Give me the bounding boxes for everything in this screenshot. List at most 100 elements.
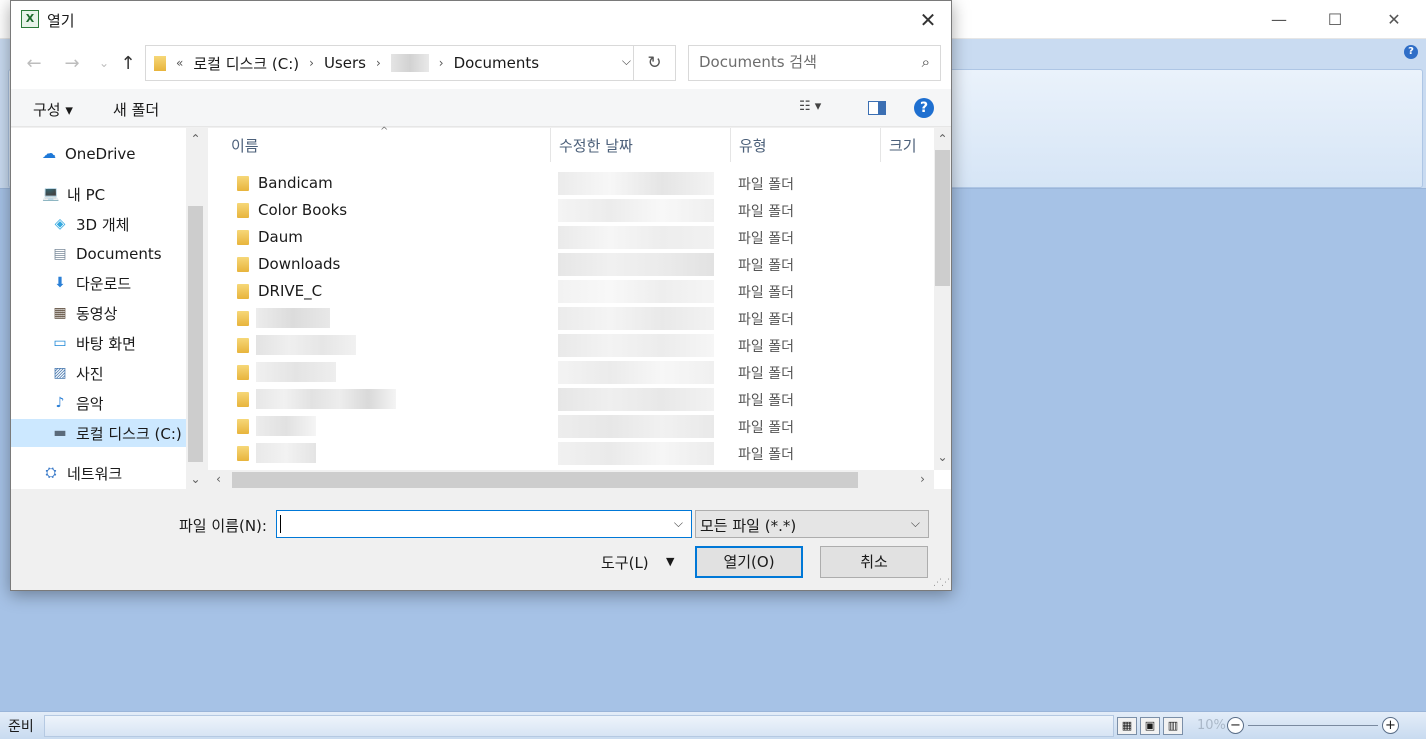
column-label: 수정한 날짜 [559, 136, 633, 155]
table-row[interactable]: 파일 폴더 [208, 386, 934, 413]
nav-item-network[interactable]: ⛭ 네트워크 [41, 459, 122, 487]
page-layout-view-button[interactable]: ▣ [1140, 716, 1160, 735]
folder-icon [237, 338, 249, 353]
scroll-up-icon[interactable]: ⌃ [187, 132, 204, 146]
recent-locations-chevron-icon[interactable]: ⌄ [93, 49, 115, 77]
refresh-icon[interactable]: ↻ [633, 46, 675, 80]
file-name: DRIVE_C [258, 282, 323, 300]
organize-button[interactable]: 구성 ▾ [33, 99, 73, 120]
nav-item-label: 네트워크 [67, 464, 123, 483]
chevron-down-icon[interactable]: ⌵ [622, 54, 631, 69]
table-row[interactable]: 파일 폴더 [208, 413, 934, 440]
filename-input[interactable] [281, 514, 661, 534]
chevron-down-icon[interactable]: ⌵ [911, 516, 920, 531]
scroll-thumb[interactable] [935, 150, 950, 286]
preview-pane-icon[interactable] [868, 101, 886, 115]
dialog-close-button[interactable]: ✕ [905, 1, 951, 39]
back-arrow-icon[interactable]: ← [23, 49, 45, 77]
page-break-view-button[interactable]: ▥ [1163, 716, 1183, 735]
dialog-titlebar: X 열기 ✕ [11, 1, 951, 39]
zoom-in-button[interactable]: + [1382, 717, 1399, 734]
table-row[interactable]: 파일 폴더 [208, 332, 934, 359]
search-icon[interactable]: ⌕ [922, 53, 930, 71]
table-row[interactable]: 파일 폴더 [208, 359, 934, 386]
breadcrumb-user-redacted[interactable] [390, 54, 429, 72]
table-row[interactable]: 파일 폴더 [208, 440, 934, 467]
nav-item-local-disk[interactable]: ▬ 로컬 디스크 (C:) [11, 419, 186, 447]
cancel-button[interactable]: 취소 [820, 546, 928, 578]
chevron-down-icon[interactable]: ⌵ [674, 516, 683, 531]
nav-item-videos[interactable]: ▦ 동영상 [50, 299, 117, 327]
resize-grip-icon[interactable]: ⋰⋰ [933, 578, 950, 588]
normal-view-button[interactable]: ▦ [1117, 716, 1137, 735]
column-header-modified[interactable]: 수정한 날짜 [551, 128, 731, 162]
close-button[interactable]: ✕ [1371, 6, 1417, 32]
nav-item-documents[interactable]: ▤ Documents [50, 240, 161, 268]
zoom-out-button[interactable]: − [1227, 717, 1244, 734]
nav-item-this-pc[interactable]: 💻 내 PC [41, 180, 105, 208]
scroll-thumb[interactable] [188, 206, 203, 462]
forward-arrow-icon[interactable]: → [61, 49, 83, 77]
up-arrow-icon[interactable]: ↑ [117, 49, 139, 77]
navigation-pane: ☁ OneDrive 💻 내 PC ◈ 3D 개체 ▤ Documents ⬇ … [11, 128, 205, 489]
file-list-horizontal-scrollbar[interactable]: ‹ › [208, 470, 934, 490]
chevron-right-icon[interactable]: › [309, 56, 314, 70]
zoom-level: 10% [1197, 718, 1226, 733]
tools-button[interactable]: 도구(L) [601, 552, 649, 573]
table-row[interactable]: Bandicam 파일 폴더 [208, 170, 934, 197]
view-options-icon[interactable]: ☷ ▾ [799, 99, 821, 114]
scroll-down-icon[interactable]: ⌄ [187, 472, 204, 486]
table-row[interactable]: Downloads 파일 폴더 [208, 251, 934, 278]
page-icon: ▣ [1144, 719, 1156, 732]
breadcrumb-local-disk[interactable]: 로컬 디스크 (C:) [193, 53, 299, 74]
filename-combobox[interactable]: ⌵ [276, 510, 692, 538]
scroll-right-icon[interactable]: › [914, 472, 931, 486]
scroll-down-icon[interactable]: ⌄ [934, 450, 951, 464]
file-type: 파일 폴더 [738, 339, 794, 355]
nav-item-desktop[interactable]: ▭ 바탕 화면 [50, 329, 136, 357]
nav-item-downloads[interactable]: ⬇ 다운로드 [50, 269, 131, 297]
table-row[interactable]: 파일 폴더 [208, 305, 934, 332]
nav-pane-scrollbar[interactable]: ⌃ ⌄ [186, 128, 205, 489]
date-redacted [558, 361, 714, 384]
file-type: 파일 폴더 [738, 312, 794, 328]
folder-icon [237, 392, 249, 407]
date-redacted [558, 388, 714, 411]
table-row[interactable]: Daum 파일 폴더 [208, 224, 934, 251]
column-label: 이름 [231, 136, 259, 155]
caret-down-icon[interactable]: ▼ [666, 555, 674, 568]
breadcrumb-users[interactable]: Users [324, 54, 366, 72]
breadcrumb-documents[interactable]: Documents [454, 54, 540, 72]
nav-item-3d-objects[interactable]: ◈ 3D 개체 [50, 210, 130, 238]
file-name-redacted [256, 389, 396, 409]
scroll-thumb[interactable] [232, 472, 858, 488]
overflow-icon[interactable]: « [176, 56, 183, 70]
search-input[interactable] [699, 53, 899, 71]
open-button[interactable]: 열기(O) [695, 546, 803, 578]
chevron-right-icon[interactable]: › [376, 56, 381, 70]
help-icon[interactable]: ? [1404, 45, 1418, 59]
column-header-size[interactable]: 크기 [881, 128, 934, 162]
nav-item-music[interactable]: ♪ 음악 [50, 389, 104, 417]
scroll-up-icon[interactable]: ⌃ [934, 132, 951, 146]
help-icon[interactable]: ? [914, 98, 934, 118]
table-row[interactable]: Color Books 파일 폴더 [208, 197, 934, 224]
filetype-select[interactable]: 모든 파일 (*.*) ⌵ [695, 510, 929, 538]
file-name: Color Books [258, 201, 348, 219]
table-row[interactable]: DRIVE_C 파일 폴더 [208, 278, 934, 305]
file-list-vertical-scrollbar[interactable]: ⌃ ⌄ [934, 128, 951, 470]
address-bar[interactable]: « 로컬 디스크 (C:) › Users › › Documents ⌵ ↻ [145, 45, 676, 81]
chevron-right-icon[interactable]: › [439, 56, 444, 70]
date-redacted [558, 172, 714, 195]
scroll-left-icon[interactable]: ‹ [210, 472, 227, 486]
minimize-button[interactable]: — [1256, 6, 1302, 32]
folder-icon [237, 311, 249, 326]
nav-item-onedrive[interactable]: ☁ OneDrive [39, 140, 136, 168]
new-folder-button[interactable]: 새 폴더 [113, 99, 159, 120]
search-box[interactable]: ⌕ [688, 45, 941, 81]
nav-item-pictures[interactable]: ▨ 사진 [50, 359, 103, 387]
maximize-button[interactable]: ☐ [1312, 6, 1358, 32]
zoom-slider[interactable] [1248, 725, 1378, 726]
file-name-redacted [256, 308, 330, 328]
column-header-type[interactable]: 유형 [731, 128, 881, 162]
